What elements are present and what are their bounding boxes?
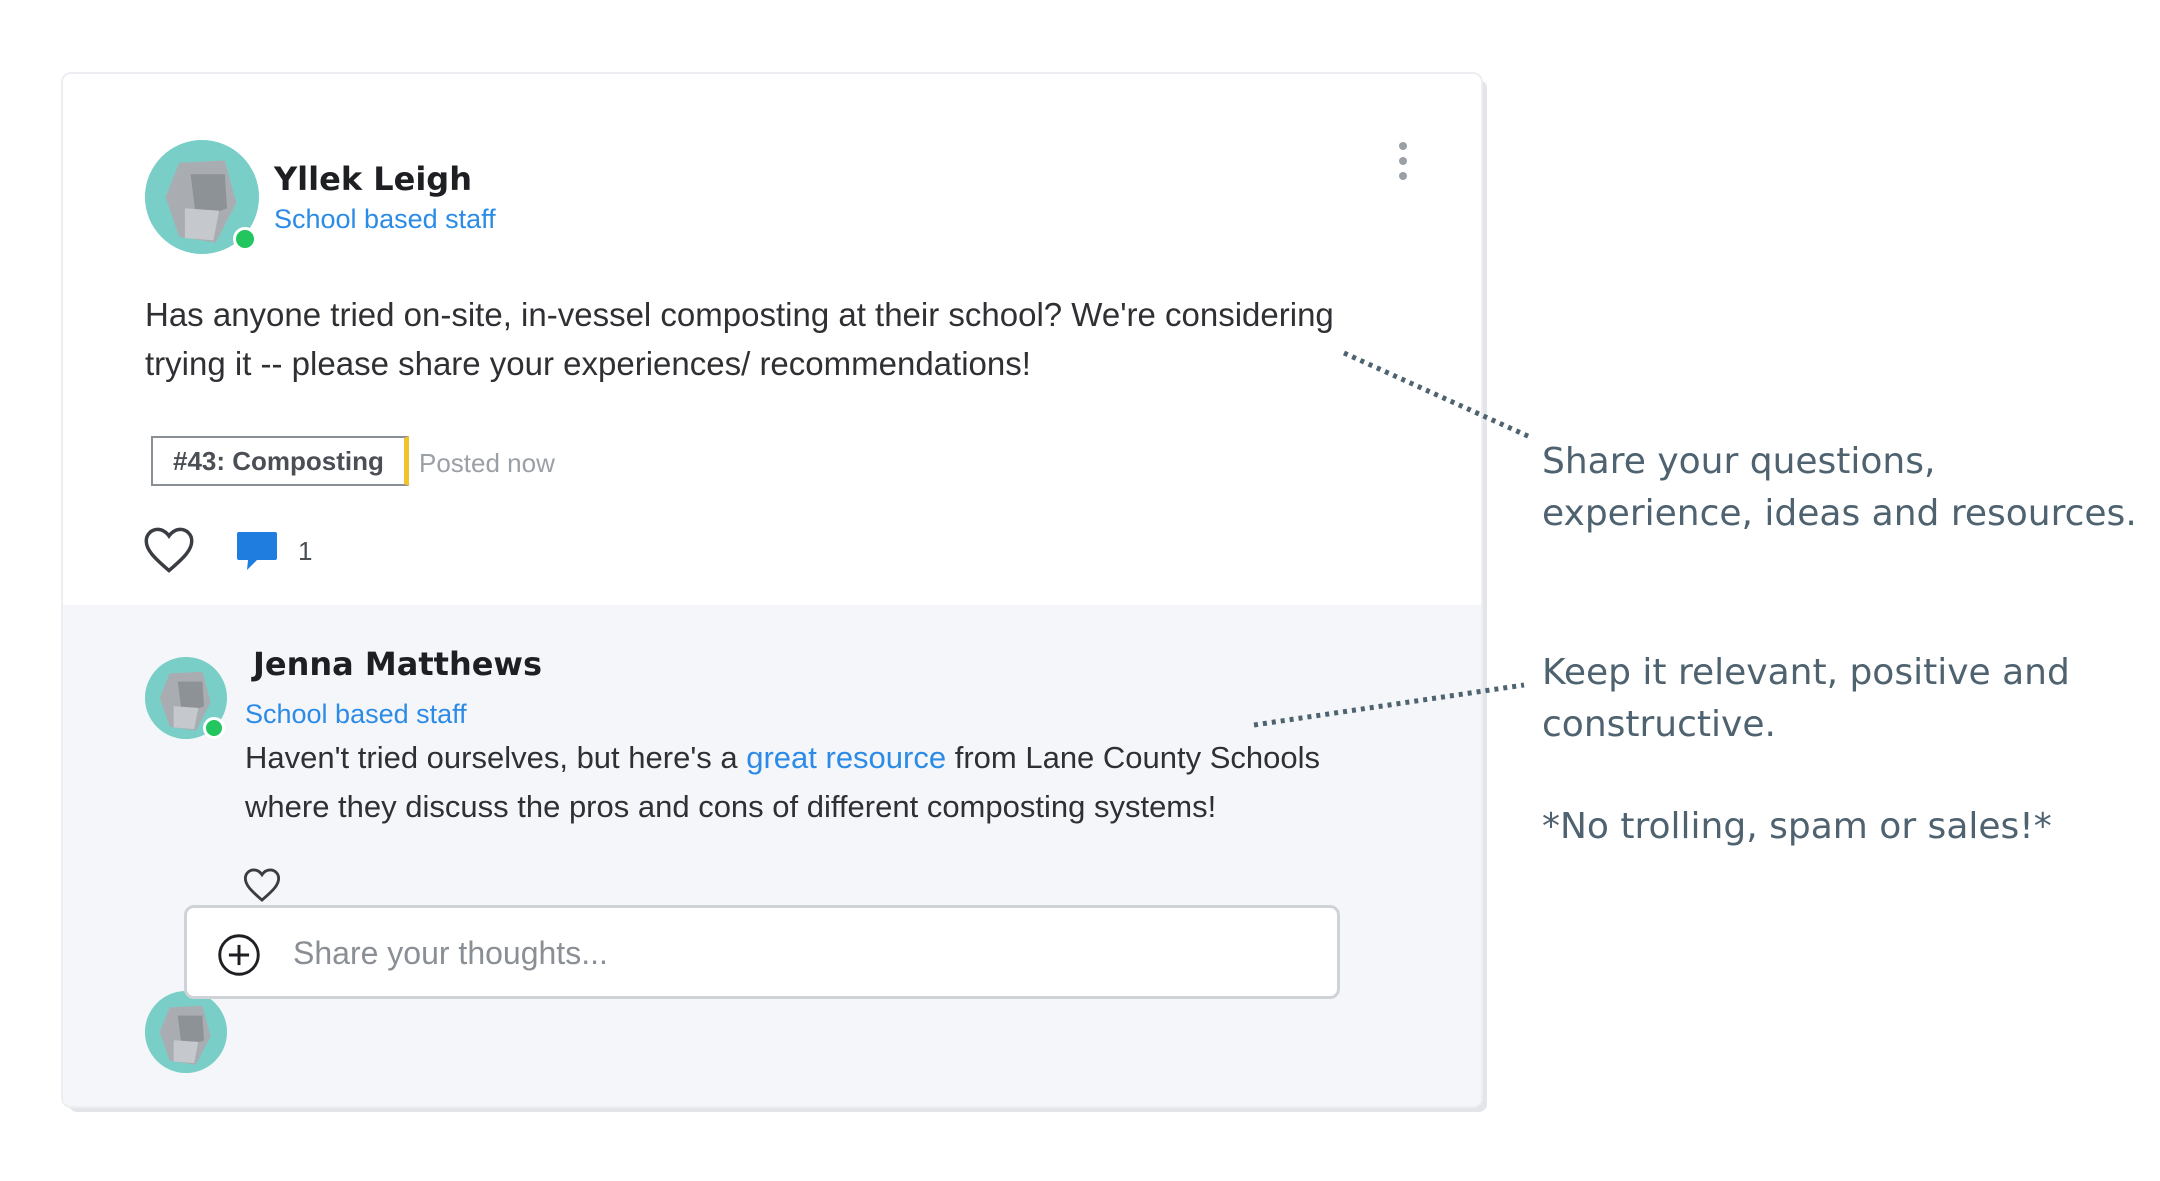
post-text: Has anyone tried on-site, in-vessel comp… [145, 296, 1334, 382]
comment-input[interactable] [291, 926, 1295, 980]
author-role: School based staff [274, 204, 496, 234]
post-section: Yllek Leigh School based staff Has anyon… [63, 74, 1481, 605]
annotation-relevant: Keep it relevant, positive and construct… [1542, 652, 2070, 745]
annotation-no-trolling: *No trolling, spam or sales!* [1542, 806, 2052, 847]
reply-text: Haven't tried ourselves, but here's a gr… [245, 733, 1405, 831]
reply-text-start: Haven't tried ourselves, but here's a [245, 740, 747, 775]
reply-author-name[interactable]: Jenna Matthews [253, 645, 542, 683]
heart-icon[interactable] [143, 526, 195, 574]
reply-author-role: School based staff [245, 699, 467, 729]
current-user-avatar[interactable] [145, 991, 227, 1073]
more-vertical-icon[interactable] [1393, 142, 1413, 188]
annotation-connector [1253, 682, 1525, 728]
online-status-indicator [203, 717, 225, 739]
comment-icon[interactable] [233, 526, 281, 574]
post-timestamp: Posted now [419, 448, 555, 478]
topic-tag[interactable]: #43: Composting [151, 436, 409, 486]
annotation-share: Share your questions, experience, ideas … [1542, 441, 2137, 534]
comment-count: 1 [298, 536, 313, 566]
comment-composer[interactable] [184, 905, 1340, 999]
add-attachment-icon[interactable] [217, 933, 261, 977]
author-name[interactable]: Yllek Leigh [274, 160, 472, 198]
heart-icon[interactable] [243, 867, 281, 903]
annotation-connector [1342, 350, 1532, 440]
resource-link[interactable]: great resource [746, 740, 946, 775]
online-status-indicator [233, 227, 257, 251]
